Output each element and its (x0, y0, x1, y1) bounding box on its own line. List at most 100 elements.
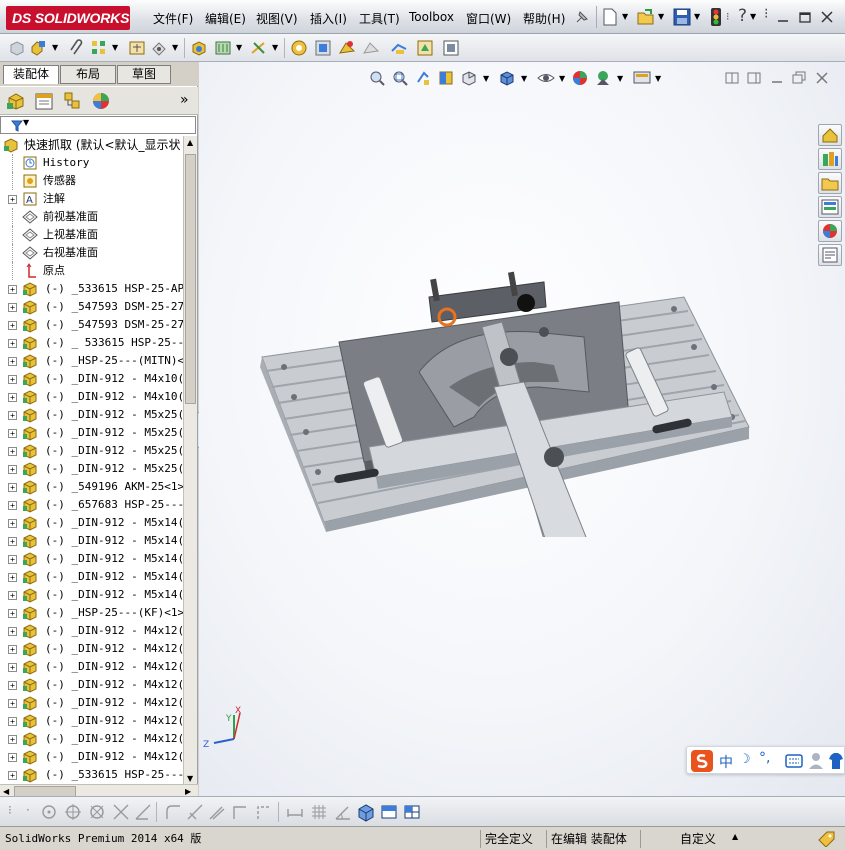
assembly-model-render[interactable] (254, 267, 754, 537)
tree-item[interactable]: + (-) _HSP-25---(MITN)<1> (0, 352, 183, 370)
features-dropdown-icon[interactable]: ▼ (236, 43, 242, 52)
reference-geometry-icon[interactable] (250, 39, 268, 57)
angle-measure-icon[interactable] (334, 803, 352, 821)
doc-restore-icon[interactable] (792, 71, 806, 85)
smart-fastener-icon[interactable] (128, 39, 146, 57)
tree-item[interactable]: + (-) _533615 HSP-25---(K (0, 766, 183, 784)
linear-pattern-icon[interactable] (90, 39, 108, 57)
scene-dropdown-icon[interactable]: ▼ (617, 74, 623, 83)
tree-item[interactable]: + (-) _DIN-912 - M5x25(F) (0, 442, 183, 460)
tree-item[interactable]: + (-) _549196 AKM-25<1> ( (0, 478, 183, 496)
expand-toggle-icon[interactable]: + (8, 411, 17, 420)
section-view-icon[interactable] (438, 70, 454, 86)
expand-toggle-icon[interactable]: + (8, 303, 17, 312)
tree-item[interactable]: + (-) _DIN-912 - M4x12(F) (0, 694, 183, 712)
open-folder-icon[interactable] (637, 8, 655, 26)
scroll-left-icon[interactable]: ◀ (3, 787, 9, 796)
expand-toggle-icon[interactable]: + (8, 321, 17, 330)
open-dropdown-icon[interactable]: ▼ (658, 12, 664, 21)
quad-view-icon[interactable] (403, 803, 421, 821)
tree-item[interactable]: + (-) _DIN-912 - M4x12(F) (0, 658, 183, 676)
3d-block-icon[interactable] (356, 802, 376, 822)
help-dropdown-icon[interactable]: ▼ (750, 12, 756, 21)
tile-horizontal-icon[interactable] (725, 72, 739, 84)
task-pane-explorer-button[interactable] (818, 172, 842, 194)
scroll-up-icon[interactable]: ▲ (187, 138, 193, 147)
expand-toggle-icon[interactable]: + (8, 519, 17, 528)
tree-item[interactable]: + (-) _547593 DSM-25-270- (0, 298, 183, 316)
interference-icon[interactable] (338, 39, 356, 57)
sketch-fillet-icon[interactable] (164, 803, 182, 821)
orientation-dropdown-icon[interactable]: ▼ (483, 74, 489, 83)
tag-icon[interactable] (818, 831, 836, 847)
rebuild-light-icon[interactable] (710, 7, 722, 27)
split-view-icon[interactable] (380, 803, 398, 821)
tree-item[interactable]: + (-) _DIN-912 - M5x14(F) (0, 568, 183, 586)
tree-item[interactable]: + (-) _DIN-912 - M4x12(F) (0, 622, 183, 640)
tree-item[interactable]: 原点 (0, 262, 183, 280)
trim-icon[interactable] (112, 803, 130, 821)
tree-item[interactable]: + (-) _ 533615 HSP-25---( (0, 334, 183, 352)
expand-toggle-icon[interactable]: + (8, 501, 17, 510)
expand-toggle-icon[interactable]: + (8, 609, 17, 618)
tree-item[interactable]: + (-) _533615 HSP-25-AP-- (0, 280, 183, 298)
tree-item[interactable]: + (-) _DIN-912 - M4x12(F) (0, 712, 183, 730)
doc-minimize-icon[interactable] (770, 72, 784, 84)
task-pane-properties-button[interactable] (818, 244, 842, 266)
offset-icon[interactable] (208, 803, 226, 821)
configuration-manager-icon[interactable] (62, 91, 82, 111)
tree-item[interactable]: + (-) _DIN-912 - M4x10(F) (0, 370, 183, 388)
chamfer-icon[interactable] (186, 803, 204, 821)
edit-appearance-icon[interactable] (572, 70, 588, 86)
menu-tools[interactable]: 工具(T) (359, 10, 400, 27)
tree-item[interactable]: + (-) _DIN-912 - M5x14(F) (0, 586, 183, 604)
units-dropdown-icon[interactable]: ▲ (732, 832, 738, 841)
graphics-area[interactable]: ▼ ▼ ▼ ▼ ▼ X Y Z (199, 62, 845, 796)
expand-toggle-icon[interactable]: + (8, 735, 17, 744)
expand-panel-icon[interactable]: » (180, 92, 189, 108)
expand-toggle-icon[interactable]: + (8, 393, 17, 402)
menu-view[interactable]: 视图(V) (256, 10, 298, 27)
hideshow-dropdown-icon[interactable]: ▼ (559, 74, 565, 83)
grid-icon[interactable] (310, 803, 328, 821)
insert-component-icon[interactable] (8, 39, 26, 57)
scroll-down-icon[interactable]: ▼ (187, 774, 193, 783)
instant3d-icon[interactable] (390, 39, 408, 57)
tree-item[interactable]: + (-) _547593 DSM-25-270- (0, 316, 183, 334)
corner-icon[interactable] (230, 803, 248, 821)
zoom-to-fit-icon[interactable] (369, 70, 385, 86)
construction-line-icon[interactable] (254, 803, 272, 821)
tree-item[interactable]: + A 注解 (0, 190, 183, 208)
refgeom-dropdown-icon[interactable]: ▼ (272, 43, 278, 52)
scroll-right-icon[interactable]: ▶ (185, 787, 191, 796)
help-icon[interactable]: ? (738, 6, 747, 26)
view-settings-icon[interactable] (633, 70, 651, 86)
filter-icon[interactable] (11, 120, 23, 132)
task-pane-appearance-button[interactable] (818, 220, 842, 242)
move-dropdown-icon[interactable]: ▼ (172, 43, 178, 52)
expand-toggle-icon[interactable]: + (8, 483, 17, 492)
tree-item[interactable]: + (-) _DIN-912 - M4x12(F) (0, 748, 183, 766)
user-icon[interactable] (808, 752, 824, 770)
new-document-icon[interactable] (602, 8, 618, 26)
expand-toggle-icon[interactable]: + (8, 591, 17, 600)
doc-close-icon[interactable] (815, 71, 829, 85)
skin-shirt-icon[interactable] (828, 752, 844, 770)
expand-toggle-icon[interactable]: + (8, 717, 17, 726)
moon-icon[interactable]: ☽ (739, 752, 751, 767)
pin-icon[interactable] (574, 9, 590, 25)
tree-filter[interactable]: ▼ (0, 116, 196, 134)
expand-toggle-icon[interactable]: + (8, 357, 17, 366)
keyboard-icon[interactable] (785, 754, 803, 768)
save-dropdown-icon[interactable]: ▼ (694, 12, 700, 21)
expand-toggle-icon[interactable]: + (8, 555, 17, 564)
sogou-logo-icon[interactable] (690, 749, 714, 773)
tree-item[interactable]: + (-) _DIN-912 - M4x12(F) (0, 730, 183, 748)
assembly-features-icon[interactable] (214, 39, 232, 57)
expand-toggle-icon[interactable]: + (8, 645, 17, 654)
display-style-icon[interactable] (499, 70, 515, 86)
view-orientation-icon[interactable] (461, 70, 477, 86)
settings-dropdown-icon[interactable]: ▼ (655, 74, 661, 83)
solidworks-logo[interactable]: DS SOLIDWORKS (6, 6, 130, 30)
tab-sketch[interactable]: 草图 (117, 65, 171, 84)
